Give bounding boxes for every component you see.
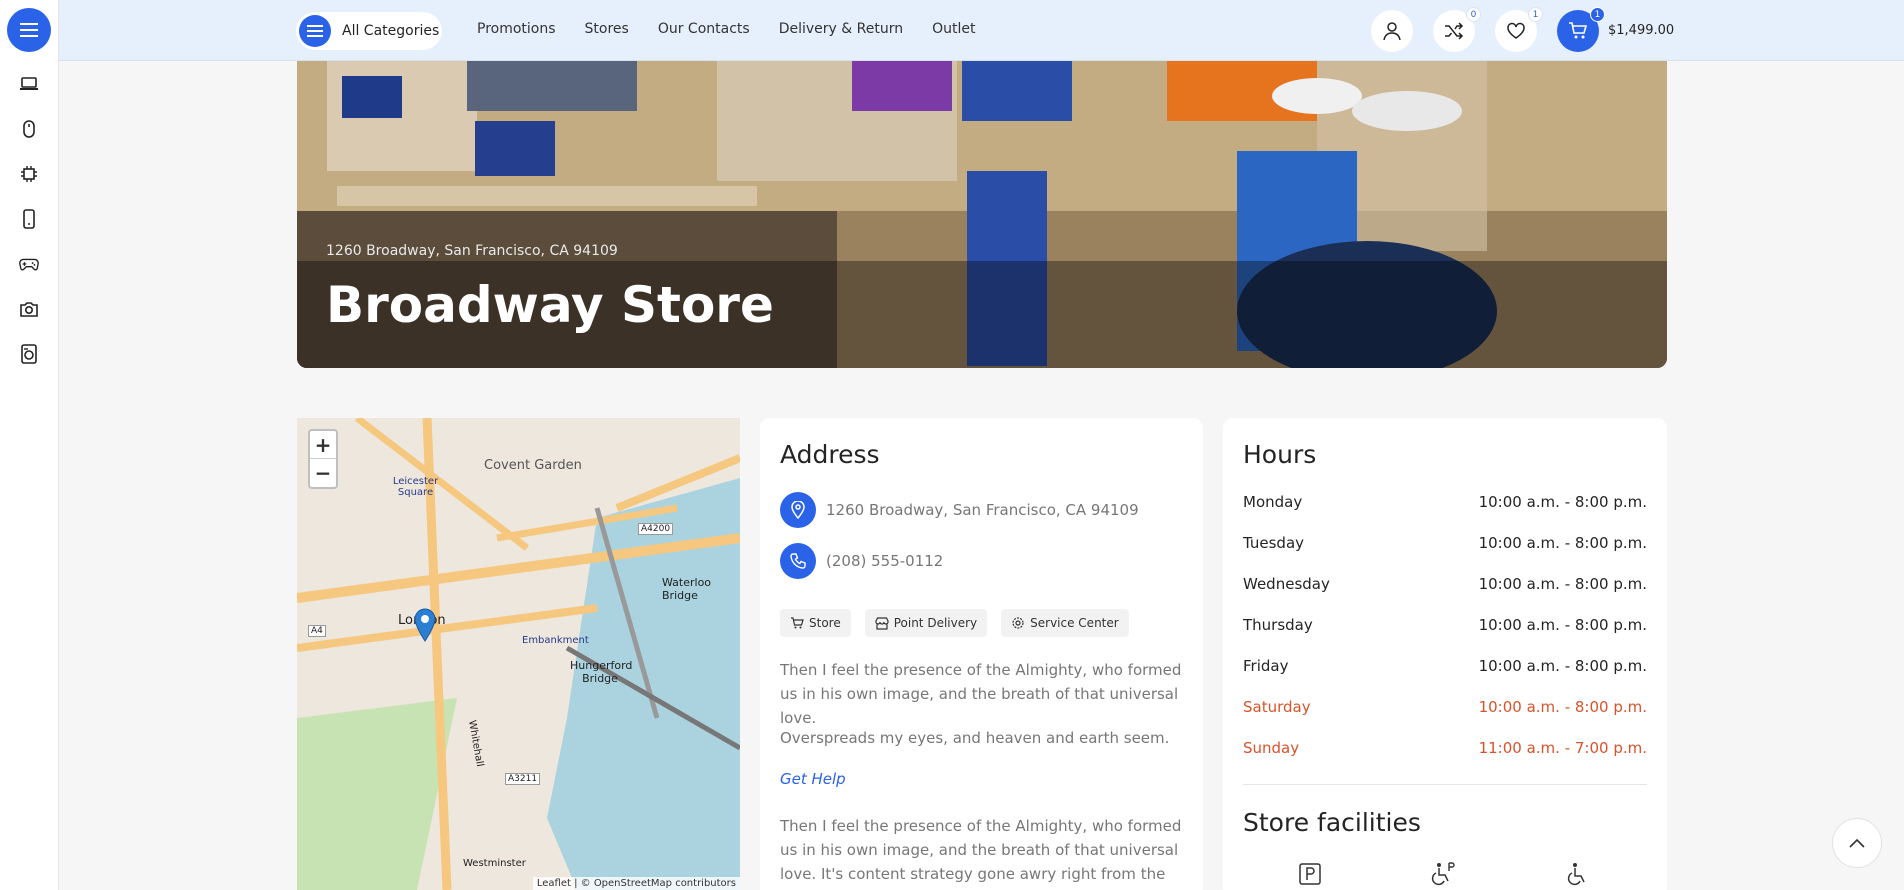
hours-title: Hours (1243, 440, 1317, 469)
facilities-title: Store facilities (1243, 808, 1421, 837)
hours-row-monday: Monday 10:00 a.m. - 8:00 p.m. (1243, 493, 1647, 511)
cart-count-badge: 1 (1590, 7, 1605, 22)
shuffle-icon (1445, 22, 1464, 40)
camera-icon[interactable] (19, 299, 39, 319)
user-icon (1383, 22, 1401, 41)
address-card: Address 1260 Broadway, San Francisco, CA… (760, 418, 1203, 890)
tag-store: Store (780, 609, 851, 637)
location-icon (780, 492, 816, 528)
hours-row-sunday: Sunday 11:00 a.m. - 7:00 p.m. (1243, 739, 1647, 757)
storefront-icon (875, 616, 889, 630)
sidebar-rail (0, 0, 59, 890)
map-label: Hungerford Bridge (570, 659, 633, 685)
description-paragraph: Then I feel the presence of the Almighty… (780, 661, 1182, 727)
store-hero-banner: 1260 Broadway, San Francisco, CA 94109 B… (297, 61, 1667, 368)
map-label: Westminster (463, 858, 526, 869)
map-label: Waterloo Bridge (662, 576, 712, 602)
heart-icon (1507, 22, 1525, 39)
gamepad-icon[interactable] (19, 254, 39, 274)
cart-button[interactable]: 1 (1557, 7, 1605, 52)
all-categories-button[interactable]: All Categories (296, 12, 442, 50)
hours-row-thursday: Thursday 10:00 a.m. - 8:00 p.m. (1243, 616, 1647, 634)
service-tags: Store Point Delivery Service Center (780, 609, 1129, 637)
accessible-parking-icon (1430, 860, 1458, 888)
hours-row-friday: Friday 10:00 a.m. - 8:00 p.m. (1243, 657, 1647, 675)
cart-total[interactable]: $1,499.00 (1608, 23, 1674, 38)
phone-row: (208) 555-0112 (780, 543, 943, 579)
address-title: Address (780, 440, 880, 469)
hours-card: Hours Monday 10:00 a.m. - 8:00 p.m. Tuesd… (1223, 418, 1667, 890)
cart-icon (1569, 22, 1588, 39)
map-attribution[interactable]: Leaflet | © OpenStreetMap contributors (532, 877, 740, 890)
map-label: Leicester Square (392, 476, 439, 498)
compare-button[interactable]: 0 (1433, 7, 1481, 52)
hamburger-icon (20, 23, 38, 37)
wishlist-button[interactable]: 1 (1495, 7, 1543, 52)
map-label: A4 (308, 625, 326, 637)
phone-icon (780, 543, 816, 579)
map-label: A3211 (505, 773, 541, 785)
get-help-link[interactable]: Get Help (780, 770, 846, 788)
smartphone-icon[interactable] (19, 209, 39, 229)
chevron-up-icon (1849, 838, 1865, 848)
description-paragraph: Overspreads my eyes, and heaven and eart… (780, 729, 1170, 747)
menu-button[interactable] (7, 8, 51, 52)
divider (1243, 784, 1647, 785)
laptop-icon[interactable] (19, 74, 39, 94)
tag-service-center: Service Center (1001, 609, 1129, 637)
store-map[interactable]: + − Covent Garden Leicester Square Water… (297, 418, 740, 890)
nav-our-contacts[interactable]: Our Contacts (658, 21, 750, 37)
tag-point-delivery: Point Delivery (864, 609, 988, 637)
zoom-in-button[interactable]: + (310, 431, 336, 459)
account-button[interactable] (1371, 10, 1413, 52)
location-pin-icon[interactable] (414, 608, 436, 642)
map-label: A4200 (638, 523, 674, 535)
address-text: 1260 Broadway, San Francisco, CA 94109 (826, 501, 1139, 519)
hours-row-tuesday: Tuesday 10:00 a.m. - 8:00 p.m. (1243, 534, 1647, 552)
top-header: All Categories Promotions Stores Our Con… (59, 0, 1904, 61)
cart-icon (791, 617, 804, 629)
all-categories-label: All Categories (342, 23, 440, 39)
hamburger-icon (299, 15, 331, 47)
gear-icon (1012, 617, 1024, 629)
parking-icon (1296, 860, 1324, 888)
nav-promotions[interactable]: Promotions (477, 21, 556, 37)
scroll-to-top-button[interactable] (1832, 818, 1882, 868)
phone-text[interactable]: (208) 555-0112 (826, 552, 943, 570)
nav-stores[interactable]: Stores (585, 21, 629, 37)
map-label: Embankment (522, 635, 589, 646)
hero-address: 1260 Broadway, San Francisco, CA 94109 (326, 243, 618, 259)
map-tiles (297, 418, 740, 890)
map-label: Covent Garden (484, 458, 582, 473)
wishlist-count-badge: 1 (1528, 7, 1543, 22)
wheelchair-icon (1563, 860, 1591, 888)
mouse-icon[interactable] (19, 119, 39, 139)
hours-row-saturday: Saturday 10:00 a.m. - 8:00 p.m. (1243, 698, 1647, 716)
hours-row-wednesday: Wednesday 10:00 a.m. - 8:00 p.m. (1243, 575, 1647, 593)
description-paragraph: Then I feel the presence of the Almighty… (780, 817, 1182, 890)
zoom-out-button[interactable]: − (310, 459, 336, 487)
cpu-icon[interactable] (19, 164, 39, 184)
address-row: 1260 Broadway, San Francisco, CA 94109 (780, 492, 1139, 528)
nav-outlet[interactable]: Outlet (932, 21, 975, 37)
compare-count-badge: 0 (1466, 7, 1481, 22)
store-title: Broadway Store (326, 276, 774, 334)
main-nav: Promotions Stores Our Contacts Delivery … (477, 21, 1004, 37)
map-zoom-control: + − (308, 429, 338, 489)
washing-machine-icon[interactable] (19, 344, 39, 364)
nav-delivery-return[interactable]: Delivery & Return (779, 21, 903, 37)
